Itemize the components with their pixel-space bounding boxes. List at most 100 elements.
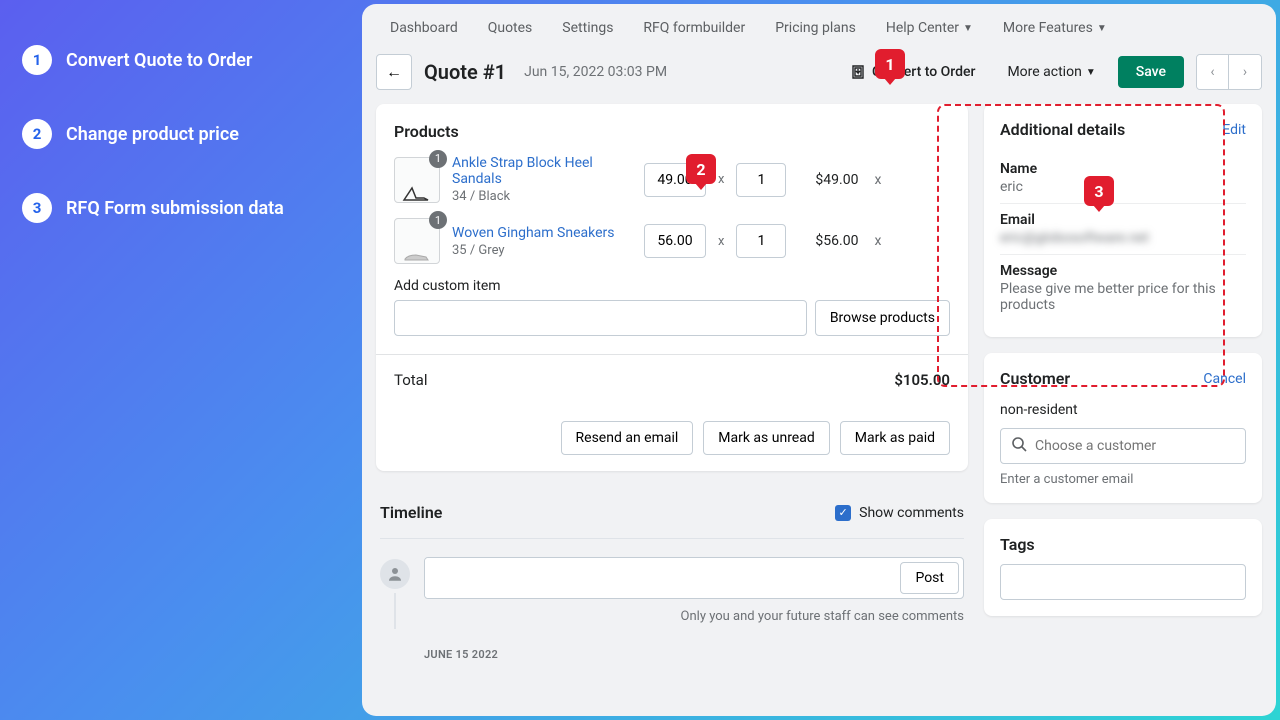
quantity-input[interactable] <box>736 163 786 197</box>
show-comments-label: Show comments <box>859 505 964 521</box>
cancel-customer-link[interactable]: Cancel <box>1203 371 1246 387</box>
mark-unread-button[interactable]: Mark as unread <box>703 421 829 455</box>
products-title: Products <box>394 122 950 141</box>
more-action-dropdown[interactable]: More action ▼ <box>997 58 1105 86</box>
top-navigation: Dashboard Quotes Settings RFQ formbuilde… <box>362 4 1276 46</box>
line-total: $49.00 <box>798 172 858 188</box>
product-row: 1 Woven Gingham Sneakers 35 / Grey x $56… <box>394 218 950 264</box>
product-thumbnail: 1 <box>394 218 440 264</box>
annotation-marker-2: 2 <box>686 154 716 184</box>
post-button[interactable]: Post <box>900 562 959 594</box>
checkbox-icon: ✓ <box>835 505 851 521</box>
annotation-marker-1: 1 <box>875 49 905 79</box>
detail-name-value: eric <box>1000 179 1246 195</box>
resend-email-button[interactable]: Resend an email <box>561 421 694 455</box>
chevron-down-icon: ▼ <box>963 23 973 34</box>
timeline-date: JUNE 15 2022 <box>424 648 964 661</box>
user-avatar <box>380 559 410 589</box>
product-thumbnail: 1 <box>394 157 440 203</box>
nav-more-label: More Features <box>1003 20 1093 36</box>
comment-input[interactable] <box>425 558 896 598</box>
nav-dashboard[interactable]: Dashboard <box>390 20 458 36</box>
nav-pricing-plans[interactable]: Pricing plans <box>775 20 856 36</box>
sandal-icon <box>402 184 432 202</box>
chevron-down-icon: ▼ <box>1097 23 1107 34</box>
detail-name-label: Name <box>1000 161 1246 177</box>
multiply-symbol: x <box>718 234 724 249</box>
callout-number: 3 <box>22 193 52 223</box>
custom-item-input[interactable] <box>394 300 807 336</box>
multiply-symbol: x <box>718 172 724 187</box>
tags-title: Tags <box>1000 535 1246 554</box>
products-card: Products 1 Ankle Strap Block Heel Sandal… <box>376 104 968 471</box>
remove-item-button[interactable]: x <box>874 233 881 249</box>
callout-text: Change product price <box>66 124 239 145</box>
nav-help-center[interactable]: Help Center ▼ <box>886 20 973 36</box>
person-icon <box>386 565 404 583</box>
total-row: Total $105.00 <box>376 354 968 405</box>
browse-products-button[interactable]: Browse products <box>815 300 950 336</box>
page-title: Quote #1 <box>424 60 506 84</box>
callout-number: 1 <box>22 45 52 75</box>
download-icon <box>850 64 866 80</box>
detail-message-value: Please give me better price for this pro… <box>1000 281 1246 313</box>
customer-search-input[interactable] <box>1035 438 1235 454</box>
product-row: 1 Ankle Strap Block Heel Sandals 34 / Bl… <box>394 155 950 204</box>
callout-item: 3 RFQ Form submission data <box>22 193 284 223</box>
product-actions: Resend an email Mark as unread Mark as p… <box>376 405 968 471</box>
prev-arrow-button[interactable]: ‹ <box>1197 55 1229 89</box>
callout-item: 1 Convert Quote to Order <box>22 45 284 75</box>
remove-item-button[interactable]: x <box>874 172 881 188</box>
customer-hint: Enter a customer email <box>1000 472 1246 487</box>
nav-quotes[interactable]: Quotes <box>488 20 533 36</box>
next-arrow-button[interactable]: › <box>1229 55 1261 89</box>
callout-text: RFQ Form submission data <box>66 198 284 219</box>
pagination-arrows: ‹ › <box>1196 54 1262 90</box>
tags-card: Tags <box>984 519 1262 616</box>
product-variant: 34 / Black <box>452 189 632 204</box>
timeline-note: Only you and your future staff can see c… <box>424 609 964 624</box>
nav-help-label: Help Center <box>886 20 959 36</box>
chevron-down-icon: ▼ <box>1086 67 1096 78</box>
additional-details-card: Additional details Edit Name eric Email … <box>984 104 1262 337</box>
search-icon <box>1011 436 1027 456</box>
customer-card: Customer Cancel non-resident Enter a cus… <box>984 353 1262 503</box>
total-value: $105.00 <box>894 371 950 389</box>
save-button[interactable]: Save <box>1118 56 1184 88</box>
price-input[interactable] <box>644 224 706 258</box>
nav-settings[interactable]: Settings <box>562 20 613 36</box>
page-header: ← Quote #1 Jun 15, 2022 03:03 PM Convert… <box>362 46 1276 104</box>
sneaker-icon <box>402 245 432 263</box>
mark-paid-button[interactable]: Mark as paid <box>840 421 950 455</box>
edit-details-link[interactable]: Edit <box>1222 122 1246 138</box>
convert-to-order-button[interactable]: Convert to Order <box>840 58 985 86</box>
nav-rfq-formbuilder[interactable]: RFQ formbuilder <box>643 20 745 36</box>
total-label: Total <box>394 371 428 389</box>
timeline-section: Timeline ✓ Show comments <box>376 487 968 661</box>
annotation-marker-3: 3 <box>1084 176 1114 206</box>
quantity-badge: 1 <box>429 150 447 168</box>
details-title: Additional details <box>1000 120 1125 139</box>
customer-status: non-resident <box>1000 402 1246 418</box>
customer-search-box[interactable] <box>1000 428 1246 464</box>
show-comments-toggle[interactable]: ✓ Show comments <box>835 505 964 521</box>
more-action-label: More action <box>1007 64 1081 80</box>
timeline-title: Timeline <box>380 503 442 522</box>
product-name-link[interactable]: Ankle Strap Block Heel Sandals <box>452 155 632 187</box>
custom-item-label: Add custom item <box>394 278 950 294</box>
detail-email-label: Email <box>1000 212 1246 228</box>
detail-message-label: Message <box>1000 263 1246 279</box>
callout-item: 2 Change product price <box>22 119 284 149</box>
page-date: Jun 15, 2022 03:03 PM <box>524 64 667 80</box>
callouts-sidebar: 1 Convert Quote to Order 2 Change produc… <box>22 45 284 267</box>
quantity-badge: 1 <box>429 211 447 229</box>
product-name-link[interactable]: Woven Gingham Sneakers <box>452 225 632 241</box>
tags-input[interactable] <box>1000 564 1246 600</box>
product-variant: 35 / Grey <box>452 243 632 258</box>
detail-email-value: eric@globosoftware.net <box>1000 230 1246 246</box>
quantity-input[interactable] <box>736 224 786 258</box>
callout-number: 2 <box>22 119 52 149</box>
nav-more-features[interactable]: More Features ▼ <box>1003 20 1107 36</box>
customer-title: Customer <box>1000 369 1070 388</box>
back-button[interactable]: ← <box>376 54 412 90</box>
